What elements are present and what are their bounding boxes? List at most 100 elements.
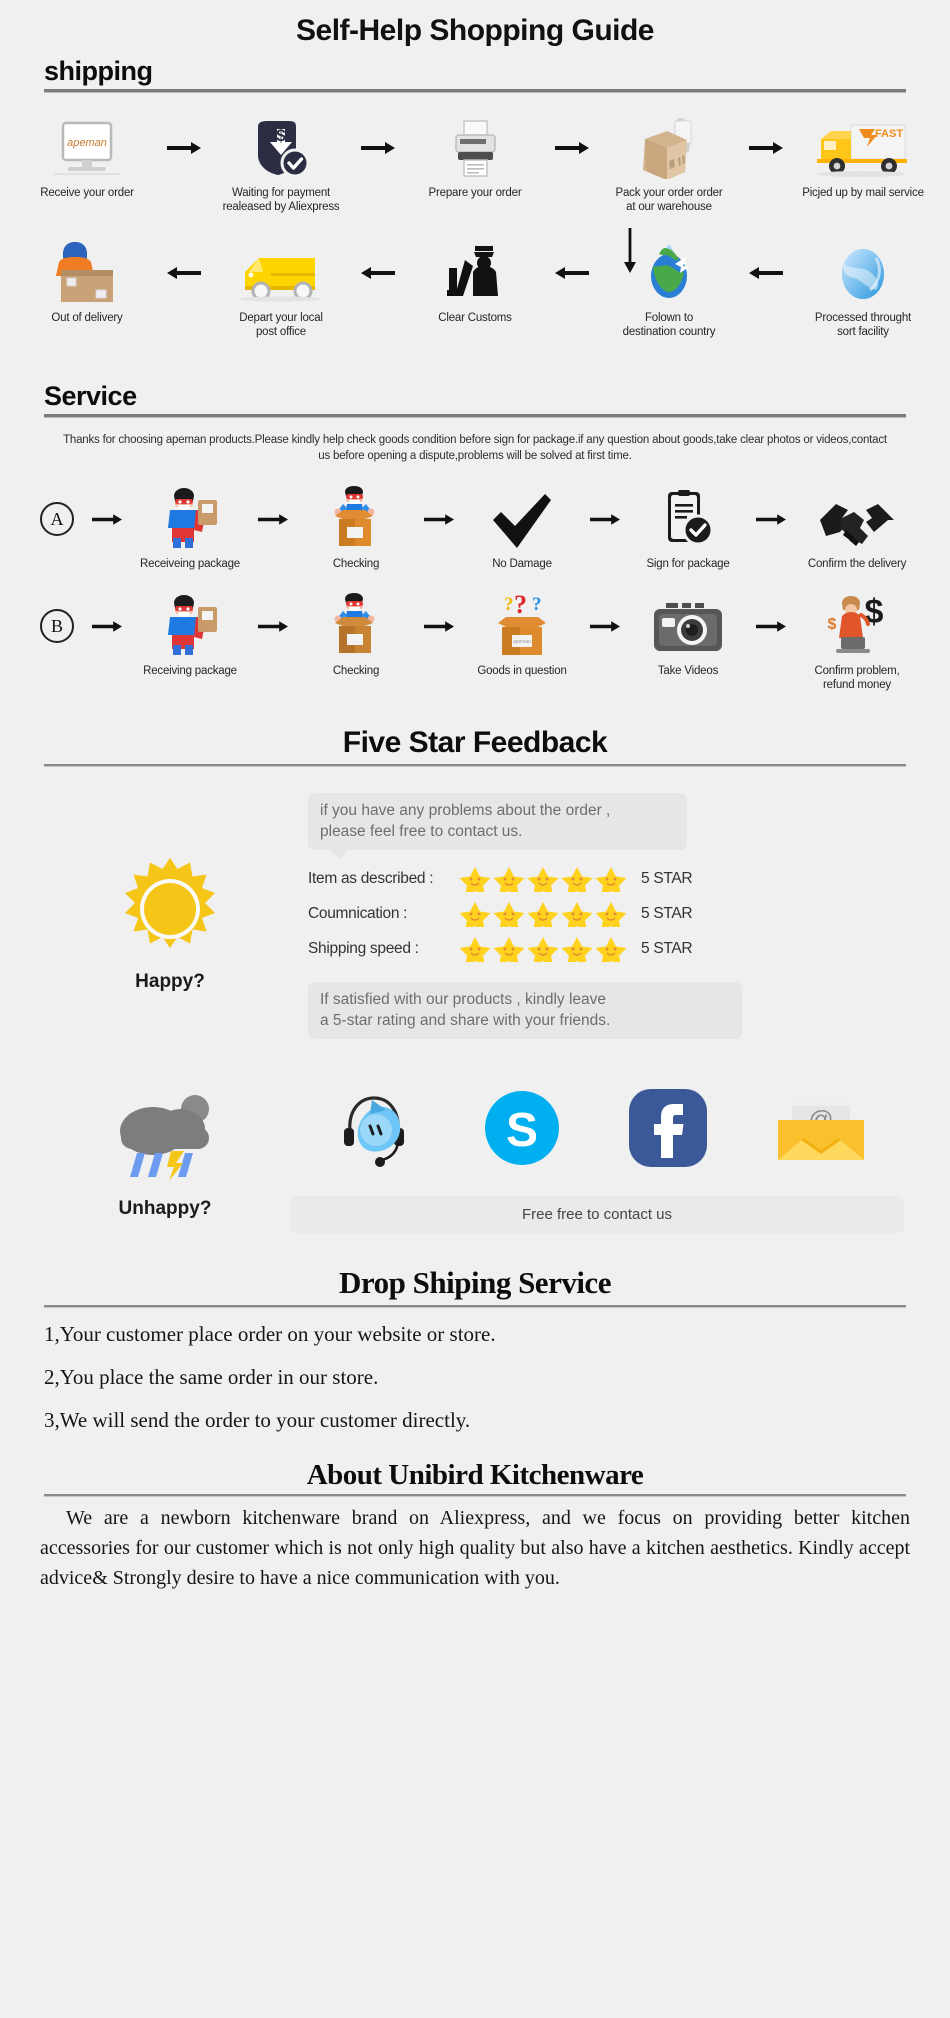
shipping-step-flown-destination: Folown to destination country [594,242,744,339]
shipping-step-out-of-delivery: Out of delivery [12,242,162,325]
shipping-step-receive-order: apeman Receive your order [12,117,162,200]
satisfied-bubble-bottom: If satisfied with our products , kindly … [308,982,742,1039]
skype-icon[interactable]: S [481,1087,563,1174]
rating-label: Item as described : [308,870,434,887]
arrow-right-icon [417,595,461,657]
svg-text:$: $ [828,616,837,633]
about-body-text: We are a newborn kitchenware brand on Al… [40,1507,910,1589]
shipping-step-picked-up: FAST Picjed up by mail service [788,117,938,200]
rating-row: Shipping speed : 5 STAR [308,936,910,962]
arrow-right-icon [417,488,461,550]
arrow-right-icon [583,488,627,550]
service-badge-b: B [40,609,74,643]
rating-value: 5 STAR [641,940,693,957]
camera-icon [652,595,724,657]
step-caption: Pack your order order at our warehouse [615,187,723,213]
service-note: Thanks for choosing apeman products.Plea… [63,434,887,462]
service-step-a-checking: Checking [295,486,417,571]
step-caption: Goods in question [477,665,567,677]
courier-with-box-icon [53,242,121,304]
step-caption: Folown to destination country [622,312,716,338]
shipping-step-prepare-order: Prepare your order [400,117,550,200]
shipping-step-clear-customs: Clear Customs [400,242,550,325]
delivery-truck-fast-icon: FAST [815,117,911,179]
service-flow-row-b: B Receiving package Checking ? ? ? apema… [10,593,940,692]
contact-bubble-top: if you have any problems about the order… [308,793,687,859]
rating-value: 5 STAR [641,870,693,887]
section-heading-feedback: Five Star Feedback [342,726,608,759]
service-divider [44,414,906,418]
hero-holding-parcel-icon [158,488,222,550]
step-caption: Checking [332,665,380,677]
section-heading-service: Service [44,381,906,418]
shipping-step-depart-post-office: Depart your local post office [206,242,356,339]
checkmark-icon [491,488,553,550]
rating-row: Coumnication : 5 STAR [308,901,910,927]
arrow-right-icon [749,595,793,657]
svg-text:?: ? [532,594,542,615]
service-step-a-confirm-delivery: Confirm the delivery [793,488,921,571]
service-heading-text: Service [44,381,137,411]
star-rating[interactable] [458,901,633,927]
step-caption: Confirm the delivery [807,558,907,570]
service-step-a-sign-package: Sign for package [627,488,749,571]
printer-icon [445,117,505,179]
email-envelope-icon[interactable]: @ [774,1090,868,1171]
step-caption: Receiving package [143,665,237,677]
page-title: Self-Help Shopping Guide [296,14,655,47]
monitor-apeman-icon: apeman [52,117,122,179]
star-rating[interactable] [458,936,633,962]
step-caption: Checking [332,558,380,570]
yellow-van-icon [235,242,327,304]
service-step-b-confirm-refund: $ $ Confirm problem, refund money [793,595,921,692]
dropship-divider [44,1305,906,1308]
arrow-left-icon [356,242,400,304]
service-flow-row-a: A Receiveing package Checking No Damage … [10,486,940,571]
contact-icon-row: S @ [290,1087,910,1174]
handshake-icon [818,488,896,550]
facebook-icon[interactable] [627,1087,709,1174]
shipping-step-sort-facility: Processed throught sort facility [788,242,938,339]
svg-text:apeman: apeman [67,137,107,149]
question-box-icon: ? ? ? apeman [490,593,554,657]
unhappy-contact-block: Unhappy? S Free free to contact us [0,1087,950,1233]
arrow-right-icon [744,117,788,179]
payment-shield-icon: $ [250,117,312,179]
rating-value: 5 STAR [641,905,693,922]
trademanager-headset-icon[interactable] [332,1088,416,1173]
arrow-right-icon [356,117,400,179]
star-rating[interactable] [458,866,633,892]
feedback-divider [44,764,906,767]
hero-in-open-box-icon [325,593,387,657]
shipping-divider [44,89,906,93]
happy-feedback-block: Happy? if you have any problems about th… [0,793,950,1039]
step-caption: Confirm problem, refund money [814,665,900,691]
contact-bar[interactable]: Free free to contact us [290,1196,904,1233]
section-heading-shipping: shipping [44,56,906,93]
rain-cloud-icon [109,1087,221,1188]
arrow-right-icon [550,117,594,179]
arrow-left-icon [744,242,788,304]
step-caption: Clear Customs [438,312,512,324]
rating-label: Shipping speed : [308,940,419,957]
arrow-right-icon [583,595,627,657]
service-step-b-goods-in-question: ? ? ? apeman Goods in question [461,593,583,678]
svg-text:apeman: apeman [513,639,531,645]
section-heading-dropship: Drop Shiping Service [339,1265,611,1300]
service-step-b-receiving: Receiving package [129,595,251,678]
ratings-list: Item as described : 5 STAR Coumnication … [308,866,910,962]
hero-holding-parcel-icon [158,595,222,657]
step-caption: Receiveing package [140,558,240,570]
sun-icon [117,856,223,967]
step-caption: Out of delivery [51,312,123,324]
dropship-line-1: 1,Your customer place order on your webs… [44,1322,496,1346]
section-heading-about: About Unibird Kitchenware [306,1459,644,1491]
step-caption: Take Videos [657,665,719,677]
hero-in-open-box-icon [325,486,387,550]
step-caption: Processed throught sort facility [814,312,912,338]
about-body: We are a newborn kitchenware brand on Al… [40,1503,910,1593]
arrow-right-icon [251,488,295,550]
shipping-flow-row-2: Out of delivery Depart your local post o… [10,242,940,339]
arrow-right-icon [85,595,129,657]
shipping-step-pack-order: Pack your order order at our warehouse [594,117,744,214]
